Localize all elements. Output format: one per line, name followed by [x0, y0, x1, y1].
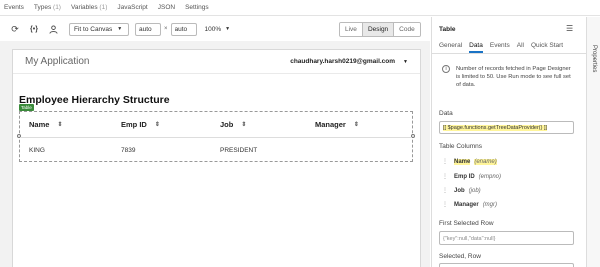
- app-frame: My Application chaudhary.harsh0219@gmail…: [12, 49, 421, 267]
- width-input[interactable]: [135, 22, 161, 36]
- info-message: i Number of records fetched in Page Desi…: [442, 65, 576, 89]
- col-header-name[interactable]: Name ⇕: [29, 120, 62, 129]
- col-header-job[interactable]: Job ⇕: [220, 120, 246, 129]
- tab-javascript[interactable]: JavaScript: [117, 4, 147, 11]
- cell-job: PRESIDENT: [220, 146, 258, 154]
- mode-design-button[interactable]: Design: [362, 23, 395, 36]
- mode-code-button[interactable]: Code: [394, 23, 420, 36]
- selected-row-label: Selected, Row: [439, 253, 481, 260]
- first-selected-row-field[interactable]: {"key":null,"data":null}: [439, 231, 574, 245]
- drag-handle-icon[interactable]: ⋮: [442, 187, 448, 194]
- drag-handle-icon[interactable]: ⋮: [442, 158, 448, 165]
- props-tab-events[interactable]: Events: [490, 42, 510, 53]
- app-title: My Application: [25, 56, 90, 67]
- column-item-name[interactable]: ⋮ Name (ename): [442, 158, 497, 165]
- hamburger-menu-icon[interactable]: ☰: [566, 24, 573, 33]
- data-label: Data: [439, 110, 453, 117]
- tab-events[interactable]: Events: [4, 4, 24, 11]
- mode-live-button[interactable]: Live: [340, 23, 363, 36]
- app-header: My Application chaudhary.harsh0219@gmail…: [13, 50, 420, 74]
- tab-settings[interactable]: Settings: [185, 4, 209, 11]
- user-menu[interactable]: chaudhary.harsh0219@gmail.com ▼: [290, 58, 408, 65]
- design-canvas: My Application chaudhary.harsh0219@gmail…: [0, 41, 430, 267]
- table-component-badge: Table: [19, 104, 34, 111]
- properties-panel: Table ☰ General Data Events All Quick St…: [431, 17, 586, 267]
- chevron-down-icon: ▼: [225, 26, 231, 32]
- fit-select[interactable]: Fit to Canvas ▼: [69, 22, 129, 36]
- info-icon: i: [442, 65, 450, 73]
- sort-icon[interactable]: ⇕: [155, 121, 160, 128]
- mode-switch: Live Design Code: [339, 22, 421, 37]
- sort-icon[interactable]: ⇕: [354, 121, 359, 128]
- props-tab-all[interactable]: All: [517, 42, 524, 53]
- data-provider-field[interactable]: [[ $page.functions.getTreeDataProvider()…: [439, 121, 574, 134]
- tabs-divider: [432, 53, 586, 54]
- cell-name: KING: [29, 146, 45, 154]
- props-tab-quick-start[interactable]: Quick Start: [531, 42, 563, 53]
- top-nav: Events Types (1) Variables (1) JavaScrip…: [0, 0, 600, 16]
- sort-icon[interactable]: ⇕: [57, 121, 62, 128]
- props-tab-general[interactable]: General: [439, 42, 462, 53]
- page-heading: Employee Hierarchy Structure: [19, 94, 170, 106]
- drag-handle-icon[interactable]: ⋮: [442, 201, 448, 208]
- tab-types[interactable]: Types (1): [34, 4, 61, 11]
- column-item-job[interactable]: ⋮ Job (job): [442, 187, 481, 195]
- drag-handle-icon[interactable]: ⋮: [442, 173, 448, 180]
- table-row[interactable]: KING 7839 PRESIDENT: [20, 138, 412, 162]
- column-item-manager[interactable]: ⋮ Manager (mgr): [442, 201, 497, 209]
- refresh-icon[interactable]: ⟳: [8, 22, 22, 36]
- height-input[interactable]: [170, 22, 197, 36]
- props-title: Table: [439, 26, 456, 33]
- dimension-separator: ×: [164, 26, 168, 32]
- table-header-row: Name ⇕ Emp ID ⇕ Job ⇕ Manager ⇕: [20, 112, 412, 138]
- props-tab-data[interactable]: Data: [469, 42, 483, 53]
- col-header-empid[interactable]: Emp ID ⇕: [121, 120, 160, 129]
- user-icon[interactable]: [46, 22, 60, 36]
- chevron-down-icon: ▼: [117, 26, 123, 32]
- variable-icon[interactable]: {•}: [27, 22, 41, 36]
- chevron-down-icon: ▼: [403, 58, 408, 65]
- col-header-manager[interactable]: Manager ⇕: [315, 120, 359, 129]
- cell-empid: 7839: [121, 146, 136, 154]
- props-tabs: General Data Events All Quick Start: [439, 42, 563, 53]
- tab-variables[interactable]: Variables (1): [71, 4, 107, 11]
- column-item-empid[interactable]: ⋮ Emp ID (empno): [442, 173, 501, 181]
- first-selected-row-label: First Selected Row: [439, 220, 494, 227]
- properties-rail[interactable]: Properties: [586, 17, 600, 267]
- properties-rail-label[interactable]: Properties: [591, 45, 597, 72]
- table-columns-label: Table Columns: [439, 143, 482, 150]
- selected-row-field[interactable]: [439, 263, 574, 267]
- zoom-select[interactable]: 100% ▼: [205, 26, 231, 33]
- employee-table[interactable]: Name ⇕ Emp ID ⇕ Job ⇕ Manager ⇕ KING 7839 PR…: [17, 111, 415, 162]
- tab-json[interactable]: JSON: [158, 4, 175, 11]
- sort-icon[interactable]: ⇕: [241, 121, 246, 128]
